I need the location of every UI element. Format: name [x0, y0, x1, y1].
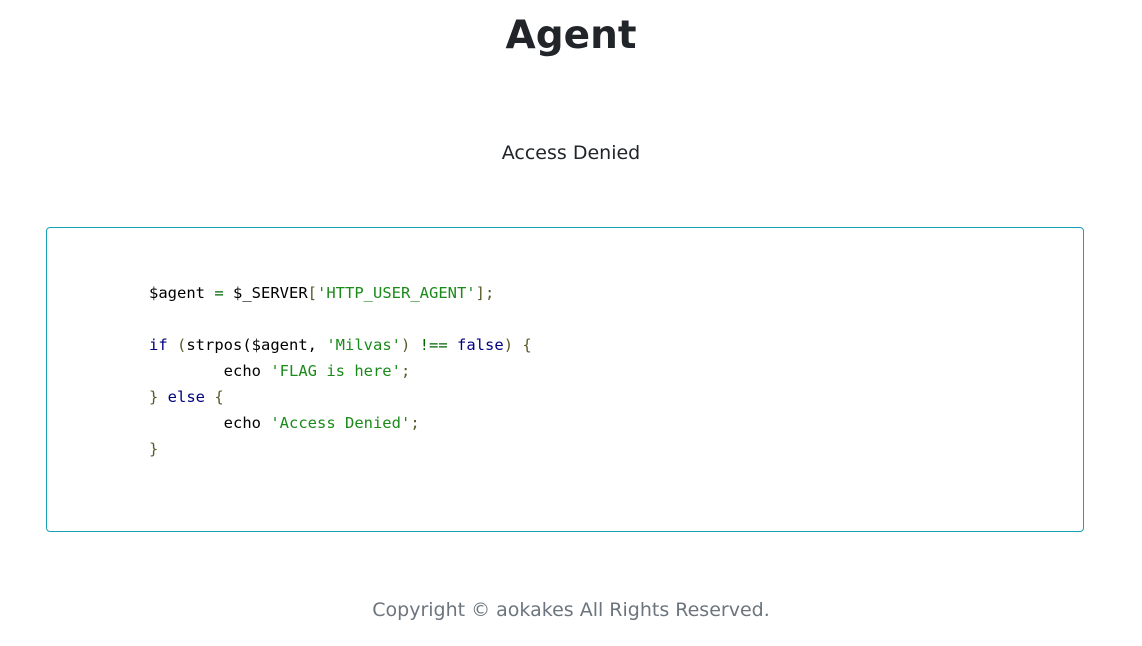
code-token: if — [149, 336, 168, 354]
code-line-7: } — [149, 436, 532, 462]
source-code-block: $agent = $_SERVER['HTTP_USER_AGENT']; if … — [149, 280, 532, 462]
code-token: 'Milvas' — [326, 336, 401, 354]
code-token: 'Access Denied' — [270, 414, 411, 432]
code-token: ]; — [475, 284, 495, 302]
status-message: Access Denied — [501, 142, 641, 164]
footer-copyright: Copyright © aokakes All Rights Reserved. — [372, 599, 770, 621]
code-token: $agent — [149, 284, 205, 302]
code-token: $agent — [251, 336, 308, 354]
code-token: else — [167, 388, 205, 406]
code-token: { — [205, 388, 224, 406]
code-line-5: } else { — [149, 384, 532, 410]
code-token: false — [457, 336, 504, 354]
code-token: 'HTTP_USER_AGENT' — [317, 284, 476, 302]
page-title: Agent — [505, 13, 637, 58]
code-token: ( — [167, 336, 187, 354]
code-token: 'FLAG is here' — [270, 362, 401, 380]
code-token: } — [149, 388, 168, 406]
code-token: echo — [149, 414, 271, 432]
code-token: = — [205, 284, 233, 302]
code-token: , — [307, 336, 327, 354]
code-token: ) { — [503, 336, 532, 354]
code-line-1: $agent = $_SERVER['HTTP_USER_AGENT']; — [149, 280, 532, 306]
code-token: ; — [400, 362, 411, 380]
code-token: ; — [410, 414, 420, 432]
code-token: $_SERVER — [233, 284, 308, 302]
code-token: [ — [307, 284, 317, 302]
code-line-4: echo 'FLAG is here'; — [149, 358, 532, 384]
code-line-6: echo 'Access Denied'; — [149, 410, 532, 436]
code-token: echo — [149, 362, 271, 380]
code-container: $agent = $_SERVER['HTTP_USER_AGENT']; if … — [46, 227, 1084, 532]
code-token: } — [149, 440, 159, 458]
code-token: !== — [419, 336, 448, 354]
code-token: strpos( — [186, 336, 252, 354]
code-line-3: if (strpos($agent, 'Milvas') !== false) … — [149, 332, 532, 358]
code-token: ) — [401, 336, 420, 354]
